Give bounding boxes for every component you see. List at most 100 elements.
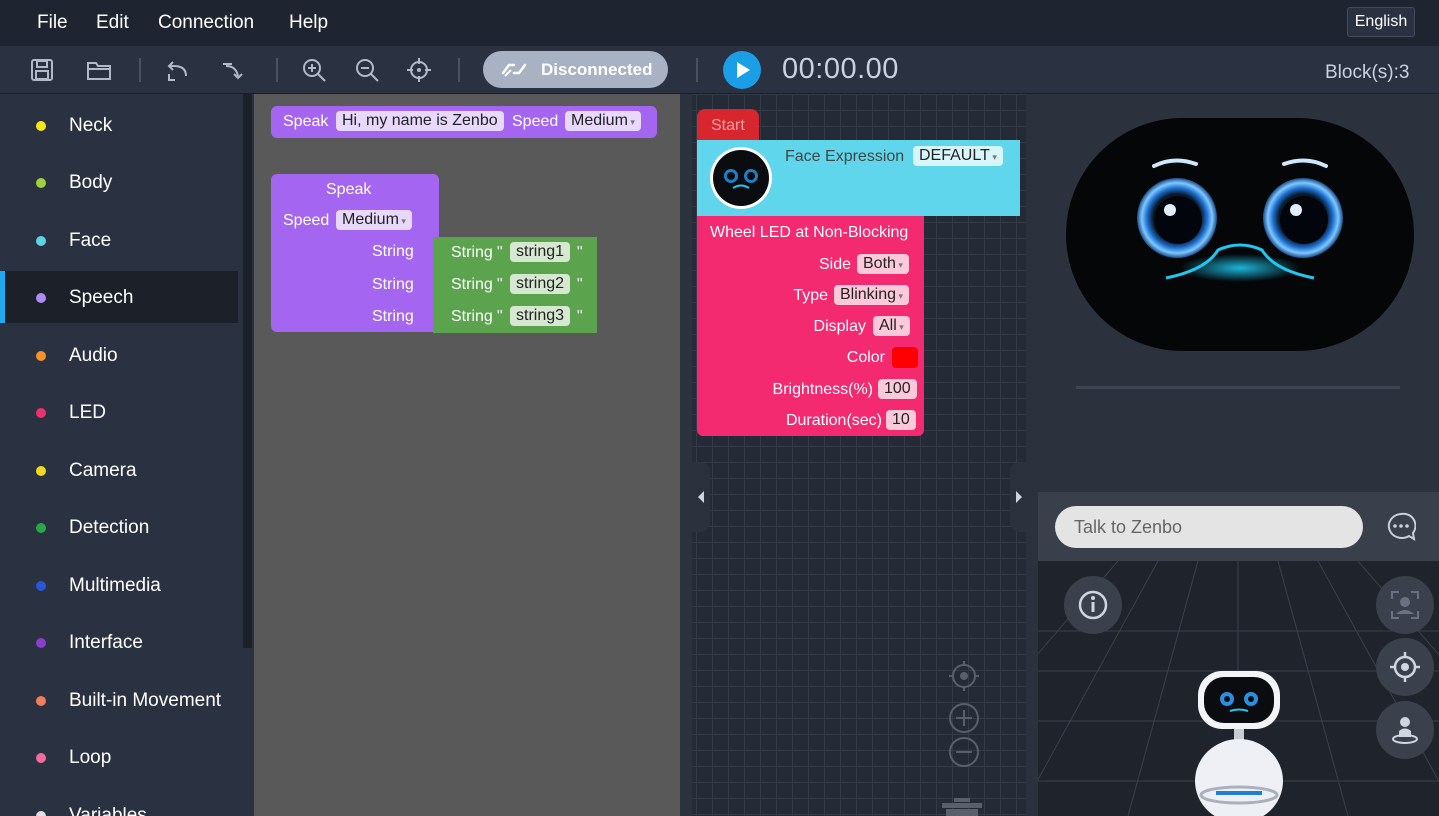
undo-icon[interactable] [164, 56, 192, 84]
category-sidebar: Neck Body Face Speech Audio LED Camera D… [0, 94, 254, 816]
category-camera[interactable]: Camera [0, 444, 238, 496]
string-input-label: String [372, 308, 414, 325]
menu-connection[interactable]: Connection [158, 12, 254, 34]
menu-file[interactable]: File [37, 12, 68, 34]
color-swatch[interactable] [892, 347, 918, 368]
side-dropdown[interactable]: Both [857, 254, 909, 274]
workspace-edge [1026, 94, 1038, 816]
category-neck[interactable]: Neck [0, 99, 238, 151]
string-block[interactable]: String " string2 " [433, 269, 597, 301]
duration-field[interactable]: 10 [886, 410, 916, 430]
collapse-flyout-button[interactable] [692, 462, 710, 532]
category-led[interactable]: LED [0, 386, 238, 438]
chat-bubble-icon[interactable] [1386, 512, 1416, 542]
info-icon [1078, 590, 1108, 620]
menu-edit[interactable]: Edit [96, 12, 129, 34]
expand-panel-button[interactable] [1010, 462, 1028, 532]
start-block[interactable]: Start [697, 109, 759, 141]
category-label: Interface [69, 632, 143, 653]
category-interface[interactable]: Interface [0, 616, 238, 668]
category-variables[interactable]: Variables [0, 789, 238, 816]
display-label: Display [813, 318, 866, 335]
string-value-field[interactable]: string2 [510, 274, 571, 294]
speak-text-field[interactable]: Hi, my name is Zenbo [336, 111, 504, 131]
info-button[interactable] [1064, 576, 1122, 634]
face-expression-block[interactable]: Face Expression DEFAULT [697, 140, 1020, 216]
workspace-zoom-in-icon[interactable] [948, 702, 980, 734]
category-dot [36, 811, 46, 816]
string-block[interactable]: String " string3 " [433, 301, 597, 333]
brightness-field[interactable]: 100 [878, 379, 917, 399]
category-built-in-movement[interactable]: Built-in Movement [0, 674, 238, 726]
category-dot [36, 523, 46, 533]
menu-help[interactable]: Help [289, 12, 328, 34]
workspace-zoom-out-icon[interactable] [948, 736, 980, 768]
category-dot [36, 753, 46, 763]
category-dot [36, 178, 46, 188]
save-icon[interactable] [28, 56, 56, 84]
category-audio[interactable]: Audio [0, 329, 238, 381]
string-value-field[interactable]: string1 [510, 242, 571, 262]
chat-bar [1038, 492, 1439, 561]
target-button[interactable] [1376, 638, 1434, 696]
robot-simulator-view[interactable] [1038, 561, 1439, 816]
speak-label: Speak [326, 181, 372, 198]
trash-icon[interactable] [940, 798, 984, 816]
user-position-button[interactable] [1376, 701, 1434, 759]
redo-icon[interactable] [220, 56, 248, 84]
menu-bar: File Edit Connection Help English [0, 0, 1439, 46]
category-multimedia[interactable]: Multimedia [0, 559, 238, 611]
category-label: Audio [69, 345, 118, 366]
quote-mark: " [497, 276, 503, 293]
color-label: Color [846, 349, 885, 366]
category-dot [36, 351, 46, 361]
string-block[interactable]: String " string1 " [433, 237, 597, 269]
broken-link-icon [501, 63, 527, 77]
block-count: Block(s):3 [1325, 62, 1410, 83]
speed-dropdown[interactable]: Medium [336, 210, 412, 230]
speak-label: Speak [283, 113, 329, 130]
speed-dropdown[interactable]: Medium [565, 111, 641, 131]
language-button[interactable]: English [1347, 7, 1415, 37]
zoom-in-icon[interactable] [300, 56, 328, 84]
string-value-field[interactable]: string3 [510, 306, 571, 326]
face-detect-button[interactable] [1376, 576, 1434, 634]
face-divider [1076, 386, 1400, 389]
category-detection[interactable]: Detection [0, 501, 238, 553]
open-folder-icon[interactable] [85, 56, 113, 84]
category-label: LED [69, 402, 106, 423]
speak-list-block[interactable]: Speak Speed Medium String String String [271, 174, 439, 332]
category-dot [36, 293, 46, 303]
category-speech[interactable]: Speech [0, 271, 238, 323]
zoom-out-icon[interactable] [353, 56, 381, 84]
category-label: Built-in Movement [69, 690, 222, 711]
string-block-label: String [451, 244, 493, 261]
category-body[interactable]: Body [0, 156, 238, 208]
type-dropdown[interactable]: Blinking [834, 285, 910, 305]
string-block-label: String [451, 308, 493, 325]
category-label: Body [69, 172, 113, 193]
target-icon [1390, 652, 1420, 682]
category-dot [36, 638, 46, 648]
display-dropdown[interactable]: All [873, 316, 910, 336]
zenbo-robot-icon [1195, 671, 1283, 816]
category-label: Multimedia [69, 575, 161, 596]
play-button[interactable] [723, 51, 761, 89]
recenter-icon[interactable] [405, 56, 433, 84]
talk-to-zenbo-input[interactable] [1055, 506, 1363, 548]
connection-status-button[interactable]: Disconnected [483, 51, 668, 88]
face-expression-dropdown[interactable]: DEFAULT [913, 146, 1003, 166]
workspace-center-icon[interactable] [948, 660, 980, 692]
toolbar-separator [276, 58, 278, 82]
face-detect-icon [1391, 591, 1419, 619]
robot-face-display [1066, 118, 1414, 351]
speak-block[interactable]: Speak Hi, my name is Zenbo Speed Medium [271, 106, 657, 138]
category-face[interactable]: Face [0, 214, 238, 266]
sidebar-scrollbar[interactable] [243, 94, 252, 648]
face-thumbnail-icon [710, 147, 772, 209]
side-label: Side [818, 256, 851, 273]
type-label: Type [793, 287, 828, 304]
wheel-led-block[interactable]: Wheel LED at Non-Blocking Side Both Type… [697, 216, 924, 436]
category-loop[interactable]: Loop [0, 731, 238, 783]
face-expression-label: Face Expression [785, 148, 905, 165]
